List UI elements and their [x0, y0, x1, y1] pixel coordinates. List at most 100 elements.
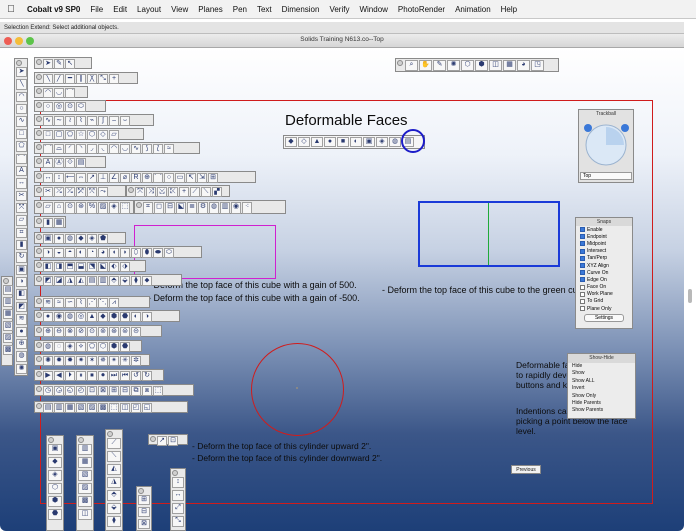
revolve-tool-icon[interactable]: ↻ — [16, 252, 27, 263]
transform-tool-icon[interactable]: ⤪ — [168, 187, 178, 197]
trim-tool-icon[interactable]: ⤱ — [76, 187, 86, 197]
tool-icon[interactable]: ◈ — [48, 470, 62, 481]
deform-tool-icon[interactable]: ⬢ — [109, 342, 119, 352]
tool-icon[interactable]: ⬣ — [48, 509, 62, 520]
animation-tool-icon[interactable]: ⏸ — [76, 371, 86, 381]
view-tool-icon[interactable]: ⧈ — [142, 386, 152, 396]
transform-tool-icon[interactable]: ⟍ — [201, 187, 211, 197]
boolean-tool-icon[interactable]: ⊙ — [87, 327, 97, 337]
solid-tool-icon[interactable]: ⬟ — [98, 234, 108, 244]
deform-tool-icon[interactable]: ▲ — [311, 137, 323, 147]
shell-tool-icon[interactable]: ⬔ — [87, 262, 97, 272]
layer-tool-icon[interactable]: ⬚ — [109, 403, 119, 413]
tool-icon[interactable]: ⊞ — [138, 495, 150, 505]
circle-tool-icon[interactable]: ◎ — [54, 102, 64, 112]
dimension-tool-icon[interactable]: ○ — [164, 173, 174, 183]
solid-tool-icon[interactable]: ● — [54, 234, 64, 244]
view-tool-icon[interactable]: ⊞ — [109, 386, 119, 396]
blend-tool-icon[interactable]: ⬯ — [131, 248, 141, 258]
checkbox-icon[interactable] — [580, 298, 585, 304]
shell-tool-icon[interactable]: ◧ — [43, 262, 53, 272]
star-tool-icon[interactable]: ☆ — [76, 130, 86, 140]
render-tool-icon[interactable]: ✲ — [131, 356, 141, 366]
render-tool-icon[interactable]: ✹ — [54, 356, 64, 366]
menu-verify[interactable]: Verify — [324, 5, 354, 14]
fillet-tool-icon[interactable]: ◝ — [76, 144, 86, 154]
palette-close-icon[interactable] — [107, 431, 113, 437]
trim-tool-icon[interactable]: ⤲ — [87, 187, 97, 197]
layer-tool-icon[interactable]: ▦ — [3, 309, 13, 319]
wireframe-tool-icon[interactable]: ⁖ — [242, 202, 252, 214]
snap-curve-on[interactable]: Curve On — [576, 269, 632, 276]
deform-tool-icon[interactable]: ▣ — [363, 137, 375, 147]
layer-tool-icon[interactable]: ▥ — [54, 403, 64, 413]
fillet-tool-icon[interactable]: ◡ — [120, 144, 130, 154]
checkbox-icon[interactable] — [580, 284, 585, 290]
fillet-tool-icon[interactable]: ≈ — [164, 144, 174, 154]
face-tool-icon[interactable]: ◩ — [43, 276, 53, 286]
face-tool-icon[interactable]: ▤ — [87, 276, 97, 286]
tool-icon[interactable]: ⤢ — [172, 503, 184, 514]
fillet-tool-icon[interactable]: ⌓ — [54, 144, 64, 154]
tool-icon[interactable]: ⟋ — [107, 438, 121, 449]
render-tool-icon[interactable]: ✸ — [65, 356, 75, 366]
trim-tool-icon[interactable]: ⤰ — [65, 187, 75, 197]
menu-view[interactable]: View — [166, 5, 193, 14]
tool-icon[interactable]: ↗ — [157, 436, 167, 446]
checkbox-icon[interactable] — [580, 306, 585, 312]
shell-tool-icon[interactable]: ⬗ — [120, 262, 130, 272]
tool-icon[interactable]: ◮ — [107, 477, 121, 488]
palette-close-icon[interactable] — [36, 386, 42, 392]
extrude-tool-icon[interactable]: ▮ — [16, 240, 27, 251]
cube-view-icon[interactable]: ⬡ — [461, 60, 474, 71]
surface-tool-icon[interactable]: ⌇ — [76, 298, 86, 308]
tool-icon[interactable]: ◭ — [107, 464, 121, 475]
palette-close-icon[interactable] — [150, 436, 156, 442]
palette-close-icon[interactable] — [128, 187, 134, 193]
wireframe-tool-icon[interactable]: ⌗ — [143, 202, 153, 214]
line-tool-icon[interactable]: ⤡ — [98, 74, 108, 84]
polygon-tool-icon[interactable]: ⬠ — [16, 141, 27, 152]
surface-tool-icon[interactable]: ≋ — [16, 314, 27, 325]
dimension-tool-icon[interactable]: ⟷ — [65, 173, 75, 183]
surface-tool-icon[interactable]: ∽ — [65, 298, 75, 308]
animation-tool-icon[interactable]: ▶ — [43, 371, 53, 381]
dimension-tool-icon[interactable]: ⇔ — [76, 173, 86, 183]
face-tool-icon[interactable]: ◭ — [76, 276, 86, 286]
blend-tool-icon[interactable]: ◖ — [109, 248, 119, 258]
wireframe-tool-icon[interactable]: ◍ — [209, 202, 219, 214]
sphere-render-icon[interactable]: ◕ — [517, 60, 530, 71]
hand-pan-icon[interactable]: ✋ — [419, 60, 432, 71]
wireframe-tool-icon[interactable]: ≣ — [187, 202, 197, 214]
palette-close-icon[interactable] — [36, 130, 42, 136]
blend-tool-icon[interactable]: ◒ — [54, 248, 64, 258]
transform-tool-icon[interactable]: ⤩ — [157, 187, 167, 197]
animation-tool-icon[interactable]: ↺ — [131, 371, 141, 381]
checkbox-icon[interactable] — [580, 263, 585, 269]
dimension-tool-icon[interactable]: ⌀ — [120, 173, 130, 183]
layer-tool-icon[interactable]: ▩ — [3, 345, 13, 355]
curve-tool-icon[interactable]: ∼ — [54, 116, 64, 126]
layer-tool-icon[interactable]: ▥ — [3, 297, 13, 307]
blend-tool-icon[interactable]: ⬭ — [164, 248, 174, 258]
boolean-tool-icon[interactable]: ⊘ — [76, 327, 86, 337]
checkbox-icon[interactable] — [580, 234, 585, 240]
tool-icon[interactable]: ▣ — [48, 444, 62, 455]
menu-edit[interactable]: Edit — [108, 5, 132, 14]
fillet-tool-icon[interactable]: ⟅ — [153, 144, 163, 154]
palette-close-icon[interactable] — [36, 144, 42, 150]
tool-icon[interactable]: ⬙ — [107, 503, 121, 514]
menu-text[interactable]: Text — [252, 5, 277, 14]
show-hide-item[interactable]: Show Parents — [568, 407, 635, 414]
solid-tool-icon[interactable]: ◆ — [76, 234, 86, 244]
animation-tool-icon[interactable]: ⏹ — [87, 371, 97, 381]
fillet-tool-icon[interactable]: ◠ — [109, 144, 119, 154]
layer-tool-icon[interactable]: ▤ — [3, 285, 13, 295]
rectangle-tool-icon[interactable]: □ — [16, 128, 27, 140]
checkbox-icon[interactable] — [580, 227, 585, 233]
green-curve[interactable] — [488, 203, 489, 265]
arc-tool-icon[interactable]: ⌒ — [65, 88, 75, 98]
polygon-tool-icon[interactable]: ⬡ — [87, 130, 97, 140]
arc-tool-icon[interactable]: ◡ — [54, 88, 64, 98]
palette-close-icon[interactable] — [16, 60, 22, 66]
